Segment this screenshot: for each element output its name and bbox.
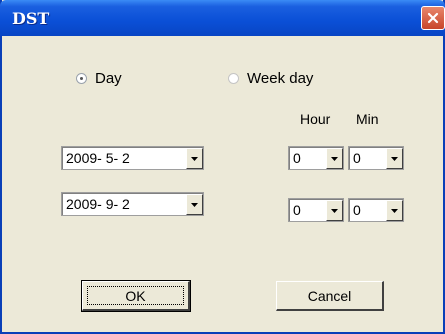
start-hour-select[interactable]: 0 — [288, 146, 344, 170]
start-hour-value: 0 — [293, 150, 301, 166]
week-day-radio[interactable]: Week day — [228, 70, 313, 87]
focus-rectangle — [87, 286, 184, 305]
end-hour-value: 0 — [293, 202, 301, 218]
chevron-down-icon — [331, 156, 338, 161]
chevron-down-icon — [391, 208, 398, 213]
start-hour-dropdown-button[interactable] — [326, 148, 343, 169]
end-min-select[interactable]: 0 — [348, 198, 404, 222]
start-date-dropdown-button[interactable] — [186, 148, 203, 169]
start-min-select[interactable]: 0 — [348, 146, 404, 170]
chevron-down-icon — [391, 156, 398, 161]
dst-dialog: DST Day Week day Hour Min 2009- 5- 2 0 0 — [0, 0, 445, 334]
day-radio[interactable]: Day — [76, 70, 122, 87]
ok-button[interactable]: OK — [81, 280, 191, 312]
start-date-picker[interactable]: 2009- 5- 2 — [61, 146, 204, 170]
hour-column-label: Hour — [300, 111, 331, 127]
chevron-down-icon — [331, 208, 338, 213]
chevron-down-icon — [191, 202, 198, 207]
close-icon — [427, 12, 439, 24]
end-min-dropdown-button[interactable] — [386, 200, 403, 221]
cancel-button[interactable]: Cancel — [276, 281, 384, 311]
start-min-dropdown-button[interactable] — [386, 148, 403, 169]
radio-checked-icon — [76, 73, 87, 84]
week-day-radio-label: Week day — [247, 70, 314, 87]
end-hour-dropdown-button[interactable] — [326, 200, 343, 221]
end-date-dropdown-button[interactable] — [186, 194, 203, 215]
cancel-button-label: Cancel — [307, 287, 352, 304]
end-hour-select[interactable]: 0 — [288, 198, 344, 222]
radio-unchecked-icon — [228, 73, 239, 84]
close-button[interactable] — [421, 6, 445, 30]
end-date-picker[interactable]: 2009- 9- 2 — [61, 192, 204, 216]
day-radio-label: Day — [95, 70, 122, 87]
end-date-value: 2009- 9- 2 — [66, 196, 130, 212]
title-bar[interactable]: DST — [0, 0, 445, 36]
window-title: DST — [12, 9, 50, 28]
chevron-down-icon — [191, 156, 198, 161]
min-column-label: Min — [356, 111, 379, 127]
start-min-value: 0 — [353, 150, 361, 166]
start-date-value: 2009- 5- 2 — [66, 150, 130, 166]
end-min-value: 0 — [353, 202, 361, 218]
